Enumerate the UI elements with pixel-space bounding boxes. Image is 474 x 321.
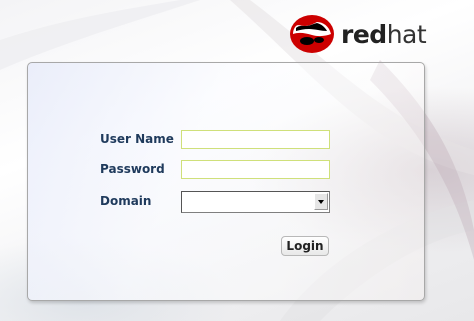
shadowman-icon	[290, 15, 334, 53]
redhat-logo: redhat	[289, 12, 427, 56]
password-input[interactable]	[181, 160, 330, 179]
logo-text-red: red	[341, 19, 387, 49]
dropdown-arrow-icon[interactable]	[314, 193, 328, 210]
domain-select[interactable]	[181, 191, 330, 213]
logo-wordmark: redhat	[341, 19, 427, 49]
login-panel: User Name Password Domain Login	[27, 62, 425, 301]
domain-label: Domain	[100, 194, 152, 208]
login-button[interactable]: Login	[281, 236, 329, 256]
username-label: User Name	[100, 132, 174, 146]
logo-text-hat: hat	[386, 19, 427, 49]
password-label: Password	[100, 162, 165, 176]
username-input[interactable]	[181, 130, 330, 149]
